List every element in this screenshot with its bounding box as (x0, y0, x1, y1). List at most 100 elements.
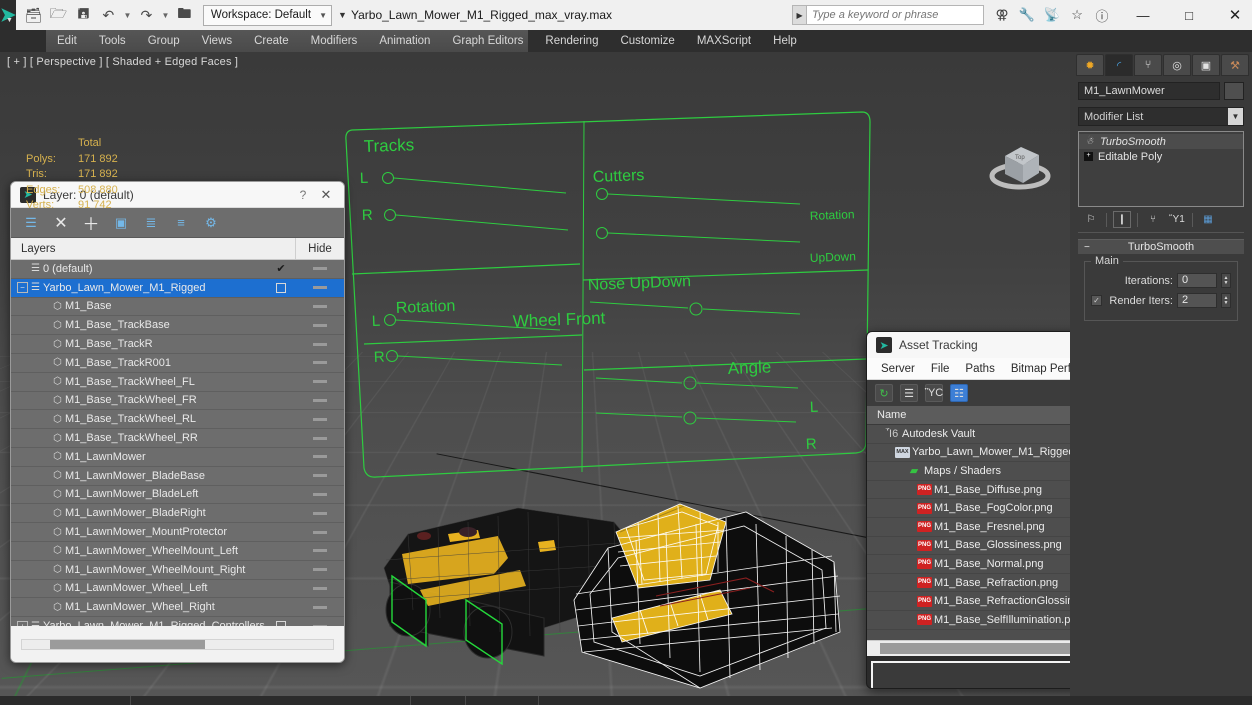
model-lawnmower-selected[interactable] (560, 482, 860, 696)
layer-explorer-dialog[interactable]: ➤ Layer: 0 (default) ? ✕ ☰ ✕ ＋ ▣ ≣ ≡ ⚙ L… (10, 181, 345, 663)
layer-hide-toggle[interactable] (296, 549, 344, 553)
help-icon[interactable]: ? (292, 188, 314, 202)
select-highlighted-layers-button[interactable]: ≣ (141, 213, 161, 233)
render-iters-spinner[interactable]: ▲ ▼ (1221, 293, 1231, 308)
layer-hide-toggle[interactable] (296, 436, 344, 440)
layer-hide-toggle[interactable] (296, 455, 344, 459)
turbosmooth-rollout-header[interactable]: − TurboSmooth (1078, 239, 1244, 254)
menu-maxscript[interactable]: MAXScript (686, 30, 762, 52)
minimize-button[interactable]: — (1120, 0, 1166, 30)
iterations-input[interactable]: 0 (1177, 273, 1217, 288)
asset-menu-paths[interactable]: Paths (957, 363, 1002, 375)
layer-hide-toggle[interactable] (296, 398, 344, 402)
project-folder-icon[interactable]: 🖿 (173, 4, 196, 26)
layer-row[interactable]: ⬡ M1_LawnMower_MountProtector (11, 523, 344, 542)
pin-stack-button[interactable]: ⚐ (1082, 211, 1100, 228)
layer-hide-toggle[interactable] (296, 267, 344, 271)
close-button[interactable]: ✕ (1212, 0, 1252, 30)
select-objects-in-layer-button[interactable]: ▣ (111, 213, 131, 233)
modify-tab[interactable]: ◜ (1105, 54, 1133, 76)
iterations-spinner[interactable]: ▲ ▼ (1221, 273, 1231, 288)
utilities-tab[interactable]: ⚒ (1221, 54, 1249, 76)
asset-menu-server[interactable]: Server (873, 363, 923, 375)
viewport-label[interactable]: [ + ] [ Perspective ] [ Shaded + Edged F… (7, 56, 238, 68)
layer-active-toggle[interactable]: ✔ (266, 262, 296, 275)
layer-row[interactable]: ⬡ M1_Base_TrackWheel_RR (11, 429, 344, 448)
layer-hide-toggle[interactable] (296, 511, 344, 515)
layer-row[interactable]: ⬡ M1_LawnMower_WheelMount_Left (11, 542, 344, 561)
display-tab[interactable]: ▣ (1192, 54, 1220, 76)
layer-hide-toggle[interactable] (296, 417, 344, 421)
layer-row[interactable]: ⬡ M1_LawnMower (11, 448, 344, 467)
open-file-icon[interactable]: 🗁 (47, 4, 70, 26)
show-end-result-button[interactable]: ❙ (1113, 211, 1131, 228)
layer-hide-toggle[interactable] (296, 286, 344, 290)
add-layer-button[interactable]: ＋ (81, 213, 101, 234)
layer-row[interactable]: ☰ 0 (default) ✔ (11, 260, 344, 279)
render-iters-checkbox[interactable]: ✓ (1091, 295, 1102, 306)
menu-animation[interactable]: Animation (368, 30, 441, 52)
menu-graph-editors[interactable]: Graph Editors (441, 30, 534, 52)
modifier-stack-item-editable-poly[interactable]: + Editable Poly (1079, 149, 1243, 164)
layer-row[interactable]: ⬡ M1_LawnMower_BladeRight (11, 504, 344, 524)
undo-icon[interactable]: ↶ (97, 4, 120, 26)
star-icon[interactable]: ☆ (1069, 7, 1085, 23)
layer-hide-toggle[interactable] (296, 380, 344, 384)
menu-views[interactable]: Views (191, 30, 243, 52)
layer-row[interactable]: − ☰ Yarbo_Lawn_Mower_M1_Rigged (11, 278, 344, 298)
asset-menu-file[interactable]: File (923, 363, 958, 375)
close-icon[interactable]: ✕ (314, 187, 338, 203)
layer-row[interactable]: ⬡ M1_Base_TrackBase (11, 316, 344, 336)
menu-tools[interactable]: Tools (88, 30, 137, 52)
list-view-button[interactable]: ☰ (900, 384, 918, 402)
redo-icon[interactable]: ↷ (135, 4, 158, 26)
menu-rendering[interactable]: Rendering (534, 30, 609, 52)
collapse-icon[interactable]: − (1084, 242, 1090, 253)
workspace-selector[interactable]: Workspace: Default ▼ (202, 4, 332, 26)
search-input[interactable] (806, 5, 985, 25)
viewcube[interactable]: Top (985, 132, 1055, 197)
expand-collapse-icon[interactable]: − (17, 282, 28, 294)
layer-row[interactable]: ⬡ M1_Base_TrackR001 (11, 354, 344, 373)
new-file-icon[interactable]: 🗃 (22, 4, 45, 26)
app-logo-button[interactable]: ➤ ▼ (0, 0, 16, 30)
remove-modifier-button[interactable]: Ὕ1 (1168, 211, 1186, 228)
expand-plus-icon[interactable]: + (1084, 152, 1093, 161)
layer-hide-toggle[interactable] (296, 568, 344, 572)
layer-row[interactable]: ⬡ M1_Base (11, 298, 344, 317)
render-iters-input[interactable]: 2 (1177, 293, 1217, 308)
wrench-icon[interactable]: 🔧 (1019, 7, 1035, 23)
layer-horizontal-scrollbar[interactable] (21, 638, 334, 650)
delete-layer-button[interactable]: ✕ (51, 213, 71, 233)
maximize-button[interactable]: □ (1166, 0, 1212, 30)
checkbox-icon[interactable] (276, 282, 286, 293)
layer-row[interactable]: ⬡ M1_Base_TrackWheel_FL (11, 373, 344, 392)
layer-row[interactable]: ⬡ M1_LawnMower_BladeBase (11, 467, 344, 486)
layer-hide-toggle[interactable] (296, 474, 344, 478)
layer-hide-toggle[interactable] (296, 342, 344, 346)
layer-row[interactable]: ⬡ M1_LawnMower_WheelMount_Right (11, 561, 344, 580)
redo-dropdown-icon[interactable]: ▼ (160, 4, 171, 26)
layer-hide-toggle[interactable] (296, 530, 344, 534)
layer-row[interactable]: ⬡ M1_LawnMower_Wheel_Right (11, 598, 344, 618)
search-dropdown-icon[interactable]: ▶ (792, 5, 807, 25)
menu-group[interactable]: Group (137, 30, 191, 52)
help-circle-icon[interactable]: ⓘ (1094, 7, 1110, 24)
layer-hide-toggle[interactable] (296, 361, 344, 365)
object-color-swatch[interactable] (1224, 82, 1244, 100)
layer-row[interactable]: ⬡ M1_LawnMower_BladeLeft (11, 486, 344, 505)
scrollbar-thumb[interactable] (49, 639, 206, 649)
menu-edit[interactable]: Edit (46, 30, 88, 52)
modifier-stack-item-turbosmooth[interactable]: ☃ TurboSmooth (1079, 134, 1243, 149)
undo-dropdown-icon[interactable]: ▼ (122, 4, 133, 26)
layer-row[interactable]: ⬡ M1_Base_TrackWheel_RL (11, 410, 344, 430)
configure-modifier-sets-button[interactable]: ▦ (1199, 211, 1217, 228)
layer-list[interactable]: ☰ 0 (default) ✔ − ☰ Yarbo_Lawn_Mower_M1_Rigge… (11, 260, 344, 630)
layer-row[interactable]: ⬡ M1_Base_TrackR (11, 335, 344, 354)
scrollbar-thumb[interactable] (880, 643, 1075, 654)
object-name-field[interactable]: M1_LawnMower (1078, 82, 1220, 100)
layer-column-name[interactable]: Layers (11, 243, 295, 255)
create-new-layer-button[interactable]: ☰ (21, 213, 41, 233)
create-tab[interactable]: ✹ (1076, 54, 1104, 76)
make-unique-button[interactable]: ⑂ (1144, 211, 1162, 228)
